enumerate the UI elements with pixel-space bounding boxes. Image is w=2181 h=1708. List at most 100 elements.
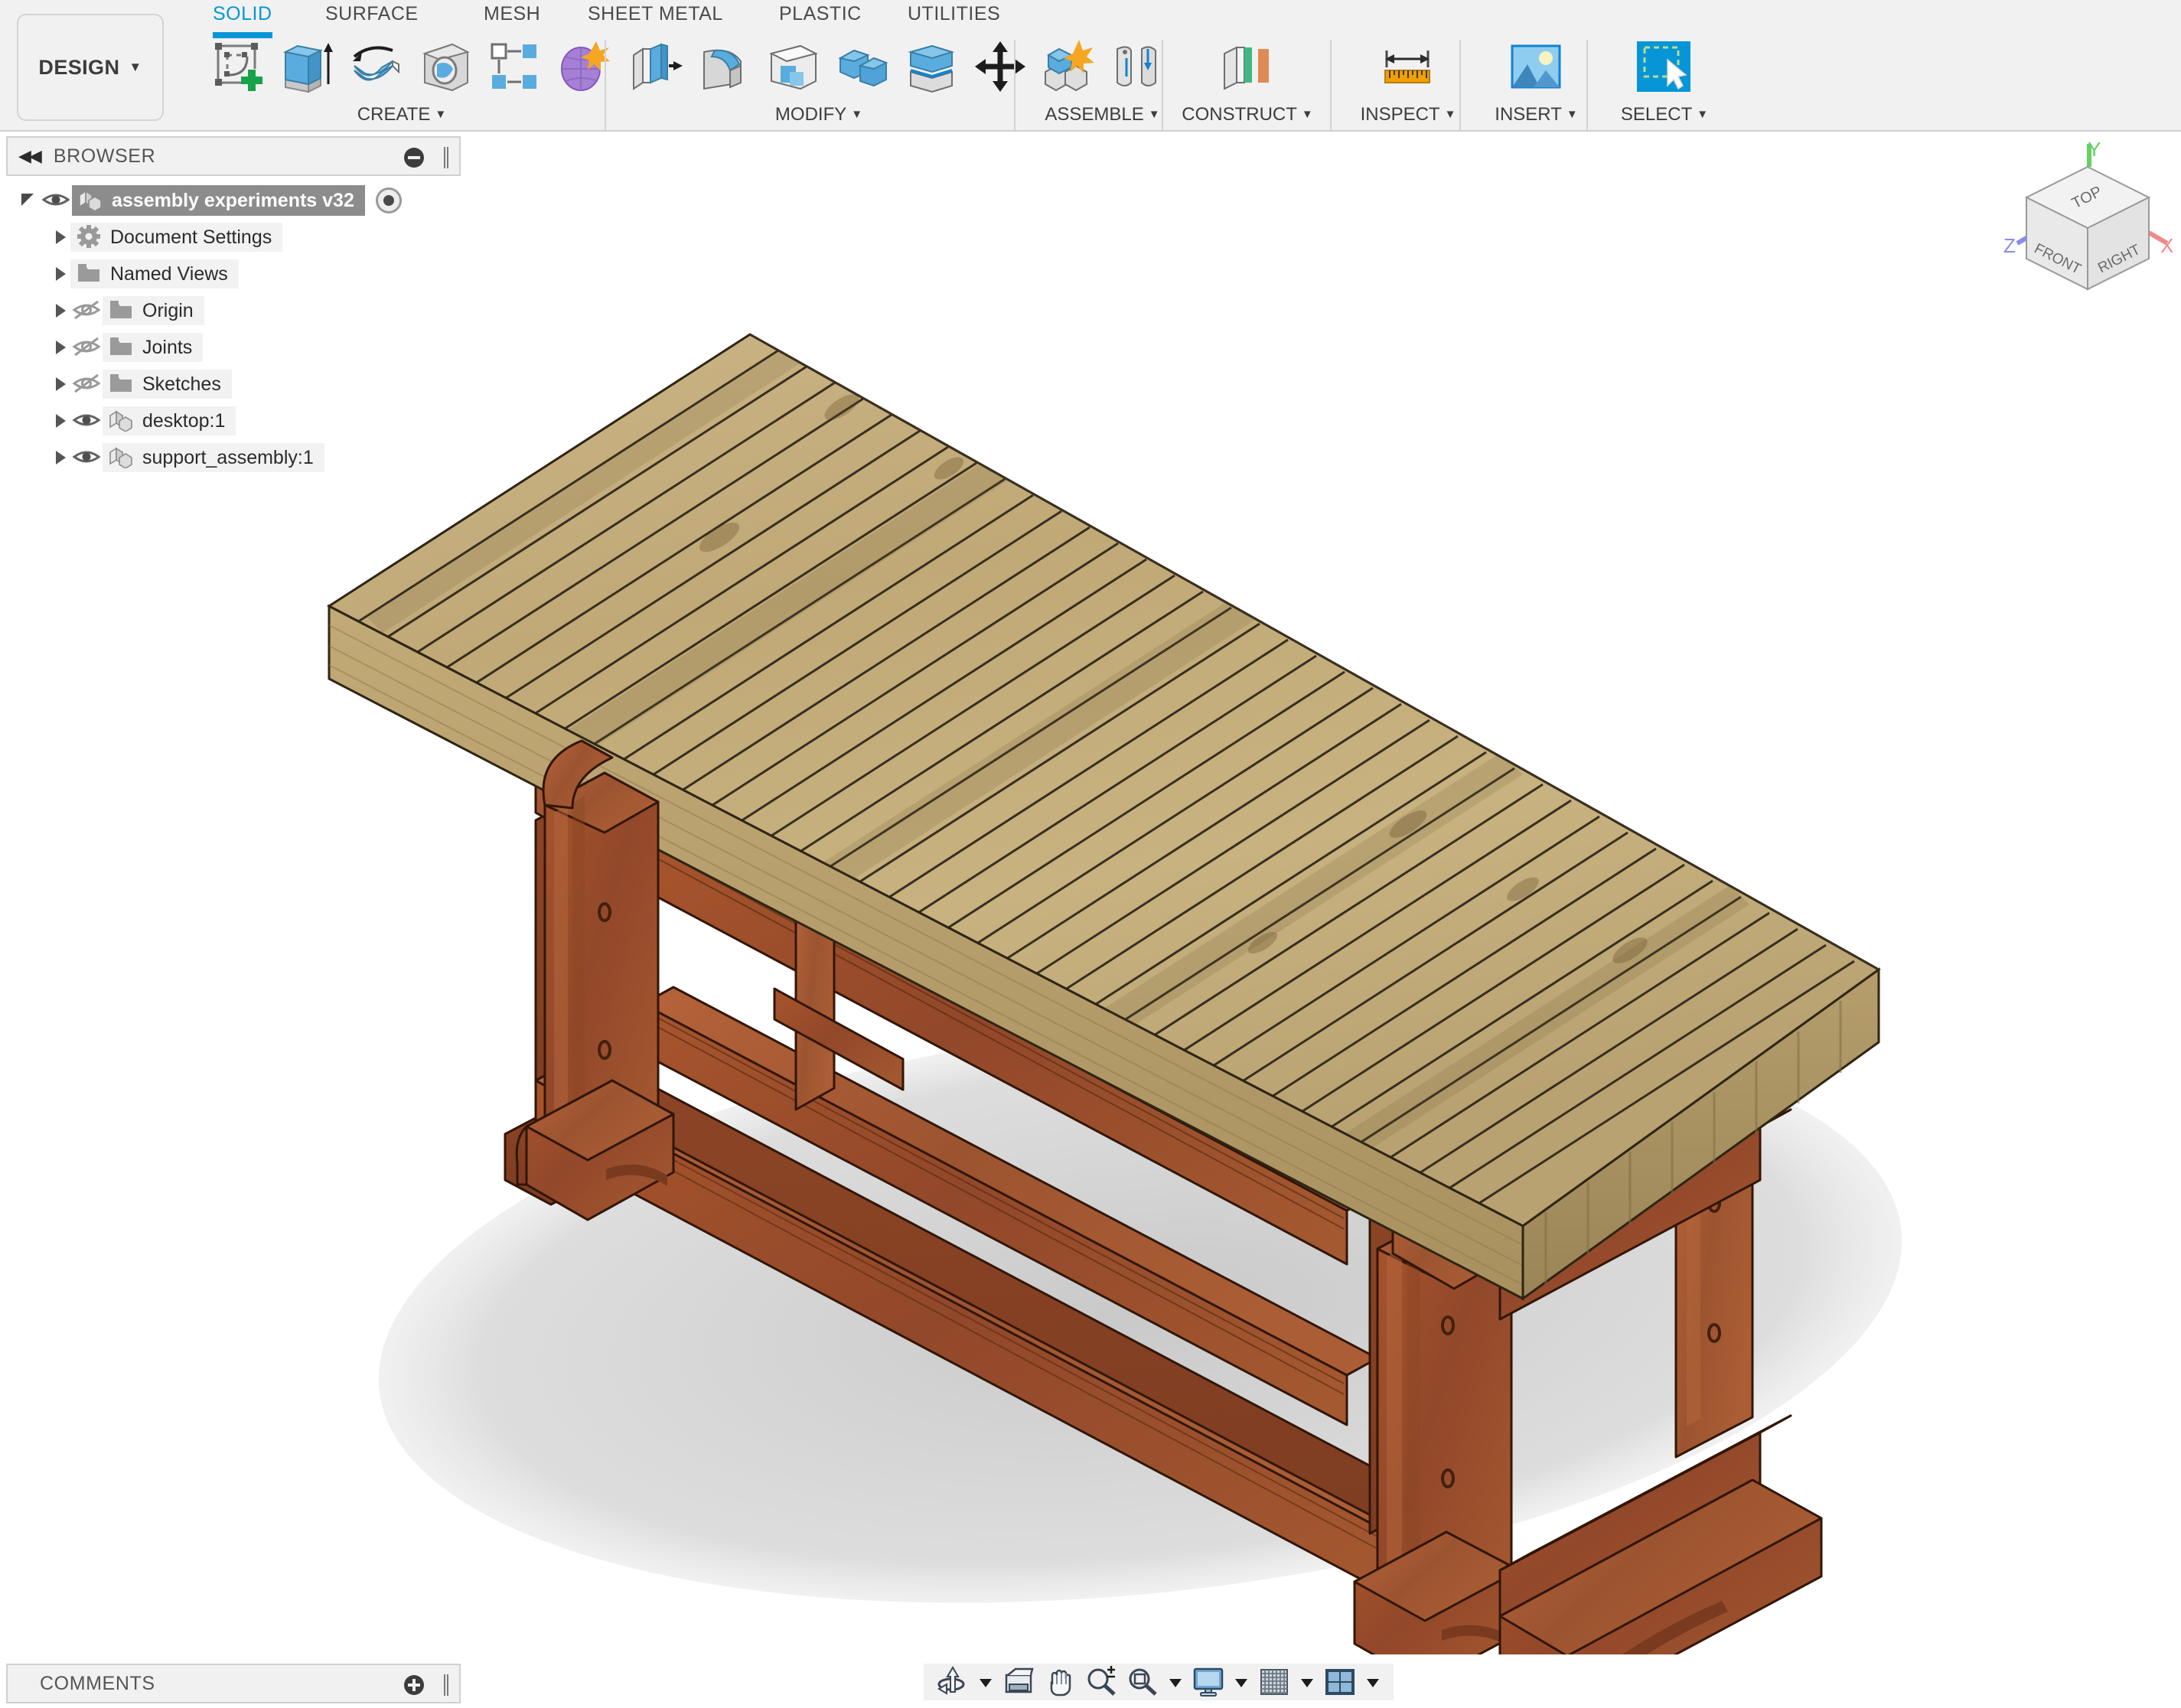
ribbon-group-select-label[interactable]: SELECT ▼ xyxy=(1596,104,1733,125)
grid-dropdown-caret-icon[interactable] xyxy=(1299,1666,1315,1698)
tree-item-label: Document Settings xyxy=(110,226,272,248)
twisty-expanded-icon[interactable] xyxy=(20,191,40,210)
visibility-eye-icon[interactable] xyxy=(40,189,72,212)
combine-icon[interactable] xyxy=(834,38,891,95)
tab-plastic-label: PLASTIC xyxy=(779,3,862,24)
tree-row-highlight[interactable]: assembly experiments v32 xyxy=(72,185,365,216)
twisty-collapsed-icon[interactable] xyxy=(51,301,70,321)
fillet-icon[interactable] xyxy=(696,38,753,95)
twisty-collapsed-icon[interactable] xyxy=(51,264,70,284)
view-cube[interactable]: Y X Z TOP FRONT RIGHT xyxy=(1999,138,2175,300)
tree-item-assembly-experiments[interactable]: assembly experiments v32 xyxy=(0,182,474,219)
viewports-dropdown-caret-icon[interactable] xyxy=(1364,1666,1381,1698)
joint-icon[interactable] xyxy=(1108,38,1165,95)
tree-row-highlight[interactable]: Joints xyxy=(103,333,204,362)
visibility-eye-icon[interactable] xyxy=(70,446,103,469)
zoom-icon[interactable] xyxy=(1084,1666,1118,1698)
tree-item-origin[interactable]: Origin xyxy=(0,292,474,329)
visibility-eye-hidden-icon[interactable] xyxy=(70,299,103,322)
display-dropdown-caret-icon[interactable] xyxy=(1233,1666,1250,1698)
tree-row-highlight[interactable]: desktop:1 xyxy=(103,406,236,435)
browser-tree[interactable]: assembly experiments v32 Document Settin… xyxy=(0,182,474,476)
tree-row-highlight[interactable]: Document Settings xyxy=(70,223,283,252)
tree-row-highlight[interactable]: support_assembly:1 xyxy=(103,443,324,472)
ribbon-group-inspect-label[interactable]: INSPECT ▼ xyxy=(1339,104,1477,125)
tree-item-joints[interactable]: Joints xyxy=(0,329,474,366)
form-icon[interactable] xyxy=(555,38,611,95)
visibility-eye-icon[interactable] xyxy=(70,409,103,432)
twisty-collapsed-icon[interactable] xyxy=(51,337,70,357)
move-copy-icon[interactable] xyxy=(972,38,1029,95)
tree-item-label: assembly experiments v32 xyxy=(112,189,354,211)
ribbon-group-create-label[interactable]: CREATE ▼ xyxy=(203,104,601,125)
fit-dropdown-caret-icon[interactable] xyxy=(1167,1666,1184,1698)
tab-solid[interactable]: SOLID xyxy=(213,3,272,38)
revolve-icon[interactable] xyxy=(348,38,405,95)
tree-row-highlight[interactable]: Sketches xyxy=(103,370,232,399)
twisty-collapsed-icon[interactable] xyxy=(51,374,70,394)
tree-item-document-settings[interactable]: Document Settings xyxy=(0,219,474,256)
viewports-icon[interactable] xyxy=(1323,1666,1357,1698)
grid-snap-icon[interactable] xyxy=(1257,1666,1291,1698)
ribbon-group-construct-label[interactable]: CONSTRUCT ▼ xyxy=(1171,104,1324,125)
ribbon-group-insert-label[interactable]: INSERT ▼ xyxy=(1469,104,1603,125)
workspace-switcher-button[interactable]: DESIGN ▼ xyxy=(17,14,164,121)
tree-item-label: desktop:1 xyxy=(142,409,226,432)
offset-face-icon[interactable] xyxy=(903,38,960,95)
resize-grip-icon[interactable] xyxy=(444,1674,448,1696)
fit-icon[interactable] xyxy=(1126,1666,1159,1698)
tree-item-sketches[interactable]: Sketches xyxy=(0,366,474,403)
display-settings-icon[interactable] xyxy=(1192,1666,1225,1698)
toolbar-divider xyxy=(1162,40,1163,130)
look-at-icon[interactable] xyxy=(1002,1666,1035,1698)
tree-item-label: Named Views xyxy=(110,262,228,285)
twisty-collapsed-icon[interactable] xyxy=(51,411,70,431)
collapse-left-icon[interactable]: ◀◀ xyxy=(18,146,42,166)
orbit-dropdown-caret-icon[interactable] xyxy=(977,1666,994,1698)
tree-item-support-assembly[interactable]: support_assembly:1 xyxy=(0,439,474,476)
viewcube-axis-y-label: Y xyxy=(2088,139,2101,161)
chevron-down-icon: ▼ xyxy=(1301,108,1313,121)
visibility-eye-hidden-icon[interactable] xyxy=(70,336,103,359)
new-component-icon[interactable] xyxy=(1039,38,1096,95)
shell-icon[interactable] xyxy=(765,38,822,95)
tab-plastic[interactable]: PLASTIC xyxy=(779,3,862,34)
resize-grip-icon[interactable] xyxy=(444,147,448,168)
chevron-down-icon: ▼ xyxy=(851,108,863,121)
insert-image-icon[interactable] xyxy=(1508,38,1564,95)
tab-sheet-metal[interactable]: SHEET METAL xyxy=(588,3,723,34)
ribbon-group-construct: CONSTRUCT ▼ xyxy=(1171,35,1324,132)
hole-icon[interactable] xyxy=(417,38,474,95)
tree-item-desktop[interactable]: desktop:1 xyxy=(0,403,474,439)
browser-panel-header: ◀◀ BROWSER xyxy=(6,136,461,176)
ribbon-group-insert: INSERT ▼ xyxy=(1469,35,1603,132)
twisty-collapsed-icon[interactable] xyxy=(51,227,70,247)
minimize-icon[interactable] xyxy=(404,148,424,168)
create-sketch-icon[interactable] xyxy=(210,38,267,95)
press-pull-icon[interactable] xyxy=(628,38,684,95)
tab-surface[interactable]: SURFACE xyxy=(325,3,419,34)
visibility-eye-hidden-icon[interactable] xyxy=(70,373,103,396)
select-window-icon[interactable] xyxy=(1635,38,1692,95)
tab-mesh[interactable]: MESH xyxy=(484,3,540,34)
folder-icon xyxy=(109,372,135,396)
measure-icon[interactable] xyxy=(1379,38,1436,95)
twisty-collapsed-icon[interactable] xyxy=(51,448,70,468)
activate-component-radio[interactable] xyxy=(375,187,402,214)
tree-item-named-views[interactable]: Named Views xyxy=(0,256,474,292)
ribbon-group-modify-label[interactable]: MODIFY ▼ xyxy=(620,104,1018,125)
folder-icon xyxy=(77,262,103,286)
tree-row-highlight[interactable]: Origin xyxy=(103,296,204,325)
folder-icon xyxy=(109,298,135,323)
pattern-icon[interactable] xyxy=(486,38,543,95)
extrude-icon[interactable] xyxy=(279,38,336,95)
tab-utilities[interactable]: UTILITIES xyxy=(908,3,1000,34)
pan-hand-icon[interactable] xyxy=(1043,1666,1077,1698)
orbit-icon[interactable] xyxy=(936,1666,970,1698)
add-comment-icon[interactable] xyxy=(404,1675,424,1695)
component-icon xyxy=(109,445,135,470)
tab-surface-label: SURFACE xyxy=(325,3,419,24)
ribbon-group-assemble-label[interactable]: ASSEMBLE ▼ xyxy=(1024,104,1181,125)
offset-plane-icon[interactable] xyxy=(1218,38,1275,95)
tree-row-highlight[interactable]: Named Views xyxy=(70,259,239,288)
